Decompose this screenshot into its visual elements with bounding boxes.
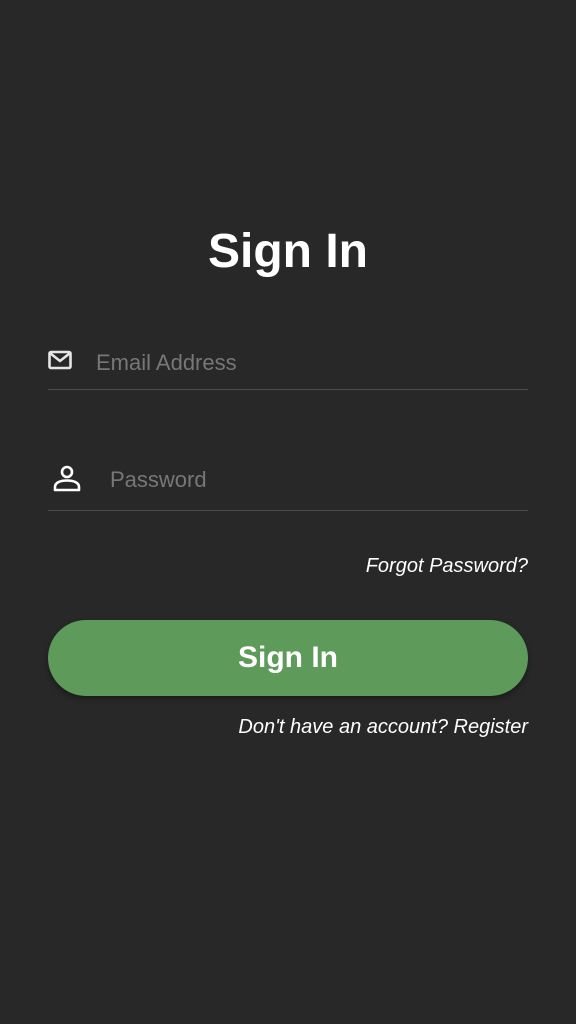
password-field [48, 450, 528, 511]
sign-in-button[interactable]: Sign In [48, 620, 528, 696]
mail-icon [48, 350, 72, 370]
register-prompt-text: Don't have an account? [238, 716, 448, 738]
email-field [48, 336, 528, 390]
email-input[interactable] [96, 336, 516, 389]
forgot-password-link[interactable]: Forgot Password? [366, 552, 528, 580]
register-prompt: Don't have an account? Register [238, 713, 528, 741]
register-link[interactable]: Register [454, 716, 528, 738]
page-title: Sign In [208, 225, 368, 278]
password-input[interactable] [110, 450, 520, 510]
person-icon [53, 465, 81, 492]
